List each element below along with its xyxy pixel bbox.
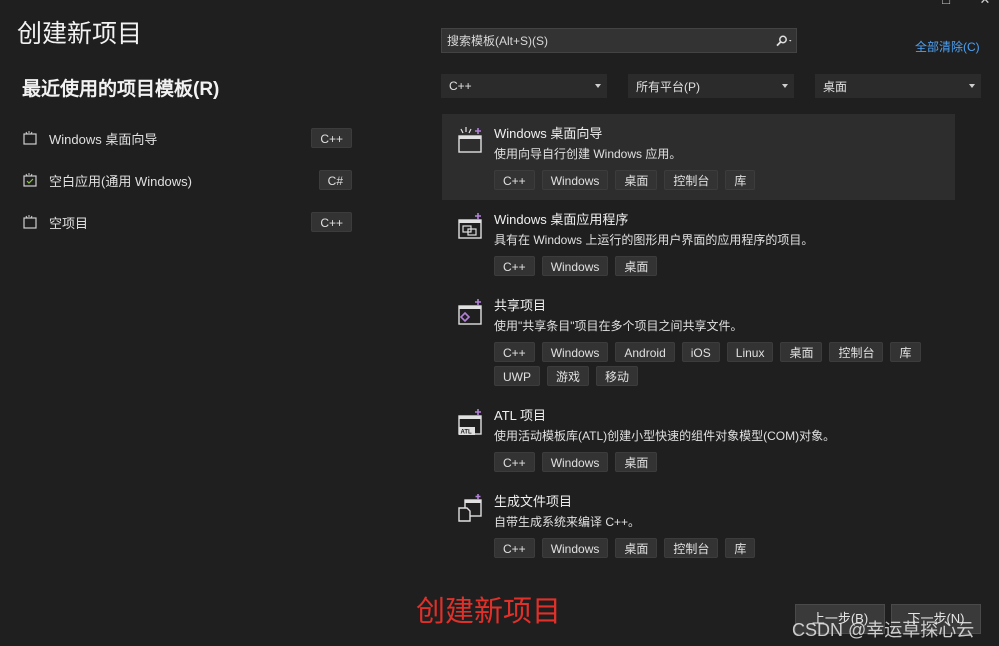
language-badge: C++ — [311, 212, 352, 232]
overlay-title: 创建新项目 — [416, 596, 562, 628]
recent-item-label: Windows 桌面向导 — [49, 131, 158, 147]
template-item-windows-desktop-wizard[interactable]: Windows 桌面向导 使用向导自行创建 Windows 应用。 C++ Win… — [442, 114, 955, 200]
tag: 移动 — [596, 366, 639, 386]
template-tags: C++ Windows 桌面 控制台库 — [494, 538, 934, 562]
template-item-shared-project[interactable]: 共享项目 使用"共享条目"项目在多个项目之间共享文件。 C++ Windows An… — [442, 286, 955, 396]
tag: 库 — [890, 342, 921, 362]
language-filter-value: C++ — [449, 79, 472, 93]
atl-project-icon: ATL — [458, 409, 482, 436]
tag: 库 — [725, 538, 756, 558]
platform-filter-value: 所有平台(P) — [636, 79, 700, 94]
watermark-text: CSDN @幸运草探心云 — [792, 620, 975, 640]
tag: C++ — [494, 170, 535, 190]
tag: Linux — [726, 342, 774, 362]
template-tags: C++ Windows 桌面 控制台库 — [494, 170, 934, 194]
recent-templates-heading: 最近使用的项目模板(R) — [22, 79, 220, 100]
tag: C++ — [494, 452, 535, 472]
platform-filter-dropdown[interactable]: 所有平台(P) — [628, 74, 794, 98]
project-type-filter-dropdown[interactable]: 桌面 — [815, 74, 981, 98]
recent-item-empty-project[interactable]: 空项目 C++ — [22, 210, 352, 234]
close-icon[interactable]: ✕ — [979, 0, 991, 6]
tag: 游戏 — [547, 366, 590, 386]
template-search-box[interactable] — [441, 28, 797, 53]
template-name: Windows 桌面应用程序 — [494, 212, 629, 227]
template-tags: C++ Windows 桌面 — [494, 256, 934, 280]
template-item-atl-project[interactable]: ATL ATL 项目 使用活动模板库(ATL)创建小型快速的组件对象模型(COM… — [442, 396, 955, 482]
tag: Windows — [541, 538, 609, 558]
tag: C++ — [494, 256, 535, 276]
tag: Android — [615, 342, 675, 362]
template-name: 生成文件项目 — [494, 494, 573, 509]
svg-text:ATL: ATL — [461, 430, 473, 436]
chevron-down-icon — [595, 84, 601, 88]
tag: 桌面 — [615, 256, 658, 276]
template-name: Windows 桌面向导 — [494, 126, 603, 141]
recent-item-label: 空白应用(通用 Windows) — [49, 173, 193, 189]
tag: 桌面 — [615, 170, 658, 190]
template-item-windows-desktop-application[interactable]: Windows 桌面应用程序 具有在 Windows 上运行的图形用户界面的应用… — [442, 200, 955, 286]
search-input[interactable] — [442, 28, 772, 53]
tag: 桌面 — [780, 342, 823, 362]
tag: 桌面 — [615, 538, 658, 558]
chevron-down-icon — [782, 84, 788, 88]
tag: Windows — [541, 170, 609, 190]
tag: UWP — [494, 366, 540, 386]
template-name: 共享项目 — [494, 298, 547, 313]
tag: 桌面 — [615, 452, 658, 472]
project-template-icon — [23, 215, 37, 229]
language-badge: C# — [318, 170, 352, 190]
project-template-icon — [23, 131, 37, 145]
search-icon[interactable] — [772, 29, 796, 52]
tag: iOS — [681, 342, 720, 362]
tag: 控制台 — [829, 342, 884, 362]
project-type-filter-value: 桌面 — [823, 79, 848, 94]
tag: Windows — [541, 452, 609, 472]
template-item-makefile-project[interactable]: 生成文件项目 自带生成系统来编译 C++。 C++ Windows 桌面 控制台库 — [442, 482, 955, 568]
template-name: ATL 项目 — [494, 408, 547, 423]
project-template-icon — [23, 173, 37, 187]
recent-item-label: 空项目 — [49, 215, 89, 231]
template-tags: C++ Windows 桌面 — [494, 452, 934, 476]
template-description: 使用向导自行创建 Windows 应用。 — [494, 147, 682, 161]
wizard-template-icon — [458, 127, 482, 153]
tag: Windows — [541, 342, 609, 362]
restore-icon[interactable]: □ — [940, 0, 952, 6]
template-description: 自带生成系统来编译 C++。 — [494, 515, 641, 529]
recent-item-windows-desktop-wizard[interactable]: Windows 桌面向导 C++ — [22, 126, 352, 150]
desktop-application-icon — [458, 213, 482, 239]
tag: Windows — [541, 256, 609, 276]
template-tags: C++ Windows Android iOS Linux 桌面 控制台库 UWP 游戏 移动 — [494, 342, 934, 390]
clear-all-link[interactable]: 全部清除(C) — [915, 38, 980, 55]
language-filter-dropdown[interactable]: C++ — [441, 74, 607, 98]
tag: 控制台 — [664, 170, 719, 190]
template-description: 使用"共享条目"项目在多个项目之间共享文件。 — [494, 319, 743, 333]
template-description: 具有在 Windows 上运行的图形用户界面的应用程序的项目。 — [494, 233, 814, 247]
language-badge: C++ — [311, 128, 352, 148]
chevron-down-icon — [969, 84, 975, 88]
tag: C++ — [494, 538, 535, 558]
shared-project-icon — [458, 299, 482, 325]
page-title: 创建新项目 — [17, 20, 143, 48]
tag: 库 — [725, 170, 756, 190]
makefile-project-icon — [458, 494, 482, 522]
template-description: 使用活动模板库(ATL)创建小型快速的组件对象模型(COM)对象。 — [494, 429, 836, 443]
recent-item-blank-app-uwp[interactable]: 空白应用(通用 Windows) C# — [22, 168, 352, 192]
tag: 控制台 — [664, 538, 719, 558]
tag: C++ — [494, 342, 535, 362]
